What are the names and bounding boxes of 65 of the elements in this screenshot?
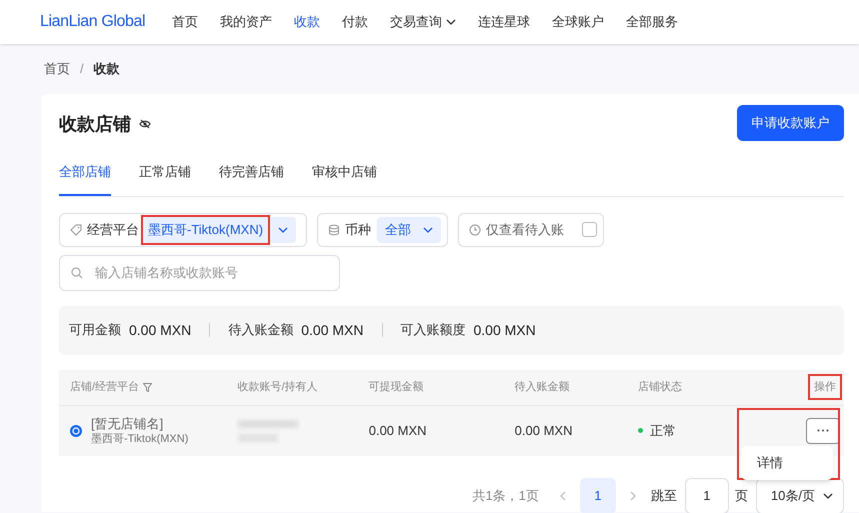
- column-header: 操作: [810, 376, 840, 398]
- nav-link[interactable]: 收款: [294, 12, 320, 32]
- clock-icon: [469, 224, 481, 236]
- column-header: 待入账金额: [514, 380, 570, 395]
- pagination-summary: 共1条，1页: [472, 486, 539, 505]
- breadcrumb-separator: /: [80, 60, 84, 78]
- breadcrumb-item[interactable]: 首页: [44, 59, 70, 79]
- filter-label: 经营平台: [87, 220, 139, 239]
- caret-icon: [823, 492, 833, 498]
- search-field[interactable]: 输入店铺名称或收款账号: [59, 254, 340, 290]
- page-input[interactable]: 1: [684, 478, 729, 513]
- table-cell: 0.00 MXN: [514, 422, 572, 438]
- filter-label: 仅查看待入账: [486, 220, 564, 239]
- search-icon: [71, 266, 83, 278]
- next-page-icon[interactable]: [630, 490, 637, 500]
- logo[interactable]: LianLian Global: [40, 10, 172, 34]
- more-icon: [817, 429, 829, 432]
- nav-link[interactable]: 全球账户: [552, 12, 604, 32]
- nav-link[interactable]: 全部服务: [626, 12, 678, 32]
- table-cell: 0.00 MXN: [368, 422, 427, 438]
- currency-select[interactable]: 全部: [377, 216, 441, 242]
- breadcrumb-item: 收款: [94, 60, 120, 78]
- column-header: 店铺状态: [638, 380, 682, 395]
- page-title: 收款店铺: [59, 112, 131, 136]
- nav-link[interactable]: 交易查询: [390, 12, 456, 32]
- caret-icon: [278, 226, 288, 232]
- currency-filter[interactable]: 币种 全部: [317, 212, 448, 246]
- filter-icon[interactable]: [143, 382, 152, 392]
- summary-value: 0.00 MXN: [301, 320, 364, 340]
- tab[interactable]: 正常店铺: [139, 162, 191, 196]
- page-button[interactable]: 1: [580, 478, 616, 513]
- nav-link[interactable]: 我的资产: [220, 12, 272, 32]
- tag-icon: [70, 224, 82, 236]
- column-header: 店铺/经营平台: [70, 380, 140, 395]
- page-size-select[interactable]: 10条/页: [756, 478, 844, 513]
- column-header: 收款账号/持有人: [238, 380, 318, 395]
- status-text: 正常: [650, 422, 676, 440]
- column-header: 可提现金额: [368, 380, 424, 395]
- platform-filter[interactable]: 经营平台 墨西哥-Tiktok(MXN): [59, 212, 307, 246]
- checkbox[interactable]: [582, 222, 597, 237]
- eye-slash-icon[interactable]: [139, 119, 151, 129]
- nav-link[interactable]: 连连星球: [478, 12, 530, 32]
- apply-account-button[interactable]: 申请收款账户: [737, 105, 844, 141]
- summary-value: 0.00 MXN: [129, 320, 192, 340]
- caret-icon: [423, 226, 433, 232]
- summary-label: 可用金额: [69, 321, 121, 340]
- jump-label: 跳至: [650, 486, 677, 505]
- redacted-account: [238, 420, 298, 428]
- tab[interactable]: 待完善店铺: [219, 162, 284, 196]
- tab[interactable]: 审核中店铺: [312, 162, 377, 196]
- page-unit: 页: [734, 486, 748, 505]
- nav-link[interactable]: 付款: [342, 12, 368, 32]
- previous-page-icon[interactable]: [558, 490, 566, 500]
- more-button[interactable]: [806, 418, 840, 444]
- menu-item[interactable]: 详情: [741, 449, 833, 476]
- platform-name: 墨西哥-Tiktok(MXN): [91, 432, 188, 446]
- filter-label: 币种: [345, 220, 371, 239]
- tab[interactable]: 全部店铺: [59, 162, 111, 196]
- coins-icon: [328, 224, 340, 236]
- store-name: [暂无店铺名]: [91, 414, 164, 432]
- nav-link[interactable]: 首页: [172, 12, 198, 32]
- pending-filter[interactable]: 仅查看待入账: [458, 212, 604, 246]
- summary-label: 待入账金额: [228, 321, 294, 340]
- summary-label: 可入账额度: [400, 321, 466, 340]
- summary-value: 0.00 MXN: [474, 320, 536, 340]
